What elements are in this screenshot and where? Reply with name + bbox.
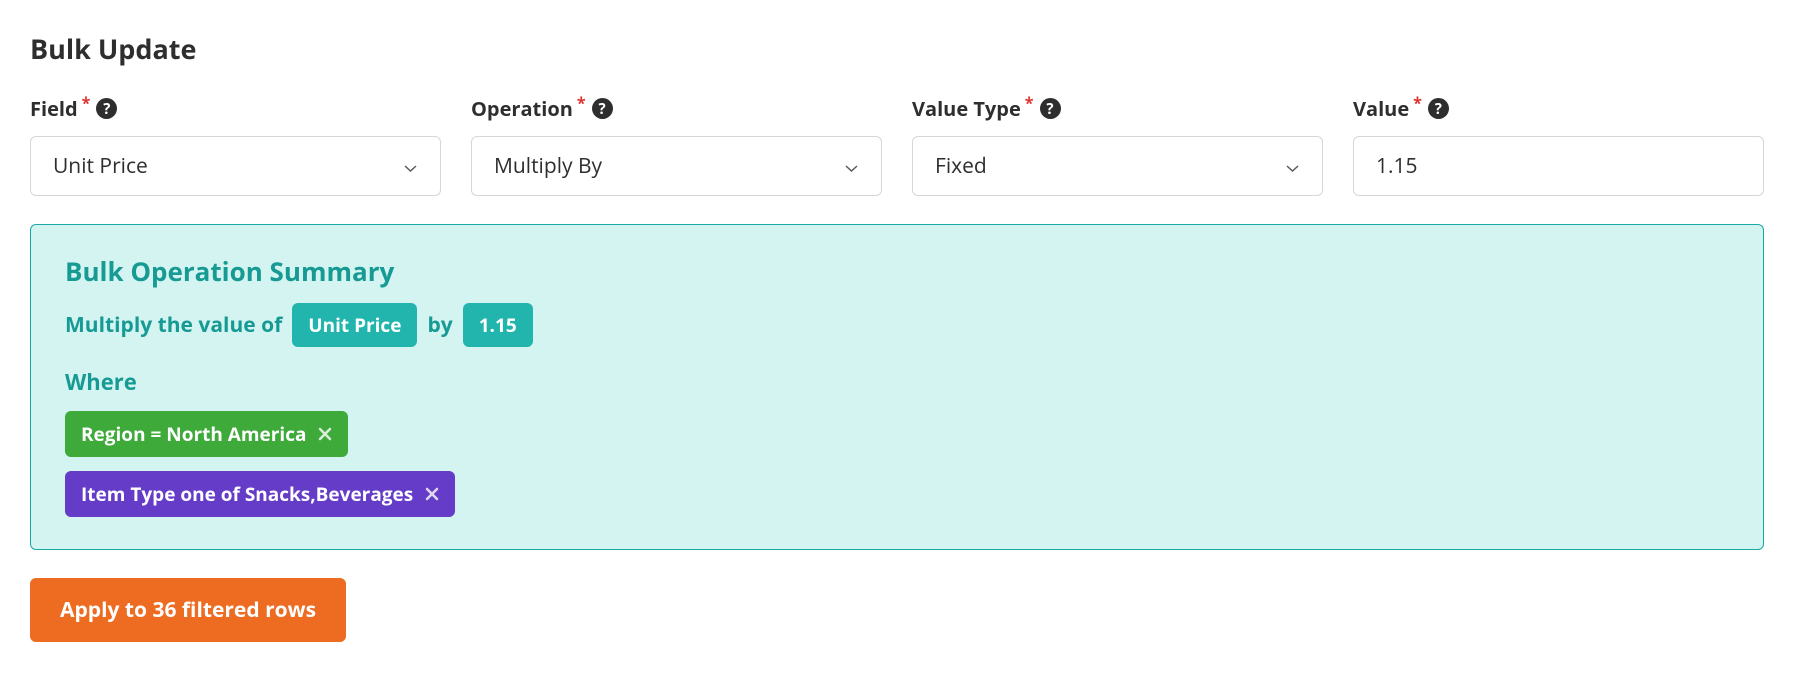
value-type-label-text: Value Type — [912, 95, 1021, 122]
bulk-update-form: Field * ? Unit Price Operation * ? Multi… — [30, 95, 1764, 196]
value-label-text: Value — [1353, 95, 1409, 122]
apply-button[interactable]: Apply to 36 filtered rows — [30, 578, 346, 642]
filter-chip-text: Item Type one of Snacks,Beverages — [81, 481, 413, 507]
value-type-select[interactable]: Fixed — [912, 136, 1323, 196]
summary-sentence: Multiply the value of Unit Price by 1.15 — [65, 303, 1729, 347]
operation-select[interactable]: Multiply By — [471, 136, 882, 196]
help-icon[interactable]: ? — [1040, 98, 1061, 119]
required-asterisk: * — [577, 92, 586, 114]
field-label: Field * ? — [30, 95, 441, 122]
page-title: Bulk Update — [30, 30, 1764, 67]
filter-chip: Region = North America — [65, 411, 348, 457]
summary-prefix: Multiply the value of — [65, 311, 282, 339]
value-group: Value * ? — [1353, 95, 1764, 196]
summary-field-pill: Unit Price — [292, 303, 417, 347]
operation-label-text: Operation — [471, 95, 573, 122]
help-icon[interactable]: ? — [96, 98, 117, 119]
operation-group: Operation * ? Multiply By — [471, 95, 882, 196]
close-icon[interactable] — [425, 487, 439, 501]
value-input[interactable] — [1353, 136, 1764, 196]
field-select-wrap: Unit Price — [30, 136, 441, 196]
value-label: Value * ? — [1353, 95, 1764, 122]
required-asterisk: * — [82, 92, 91, 114]
filter-chip: Item Type one of Snacks,Beverages — [65, 471, 455, 517]
field-select[interactable]: Unit Price — [30, 136, 441, 196]
value-input-wrap — [1353, 136, 1764, 196]
field-group: Field * ? Unit Price — [30, 95, 441, 196]
value-type-label: Value Type * ? — [912, 95, 1323, 122]
summary-value-pill: 1.15 — [463, 303, 533, 347]
required-asterisk: * — [1413, 92, 1422, 114]
filter-chips: Region = North America Item Type one of … — [65, 411, 1729, 517]
summary-title: Bulk Operation Summary — [65, 253, 1729, 289]
help-icon[interactable]: ? — [1428, 98, 1449, 119]
summary-panel: Bulk Operation Summary Multiply the valu… — [30, 224, 1764, 550]
value-type-select-wrap: Fixed — [912, 136, 1323, 196]
filter-chip-text: Region = North America — [81, 421, 306, 447]
required-asterisk: * — [1025, 92, 1034, 114]
field-label-text: Field — [30, 95, 78, 122]
help-icon[interactable]: ? — [592, 98, 613, 119]
value-type-group: Value Type * ? Fixed — [912, 95, 1323, 196]
summary-mid: by — [427, 311, 452, 339]
close-icon[interactable] — [318, 427, 332, 441]
where-label: Where — [65, 367, 1729, 397]
operation-label: Operation * ? — [471, 95, 882, 122]
operation-select-wrap: Multiply By — [471, 136, 882, 196]
